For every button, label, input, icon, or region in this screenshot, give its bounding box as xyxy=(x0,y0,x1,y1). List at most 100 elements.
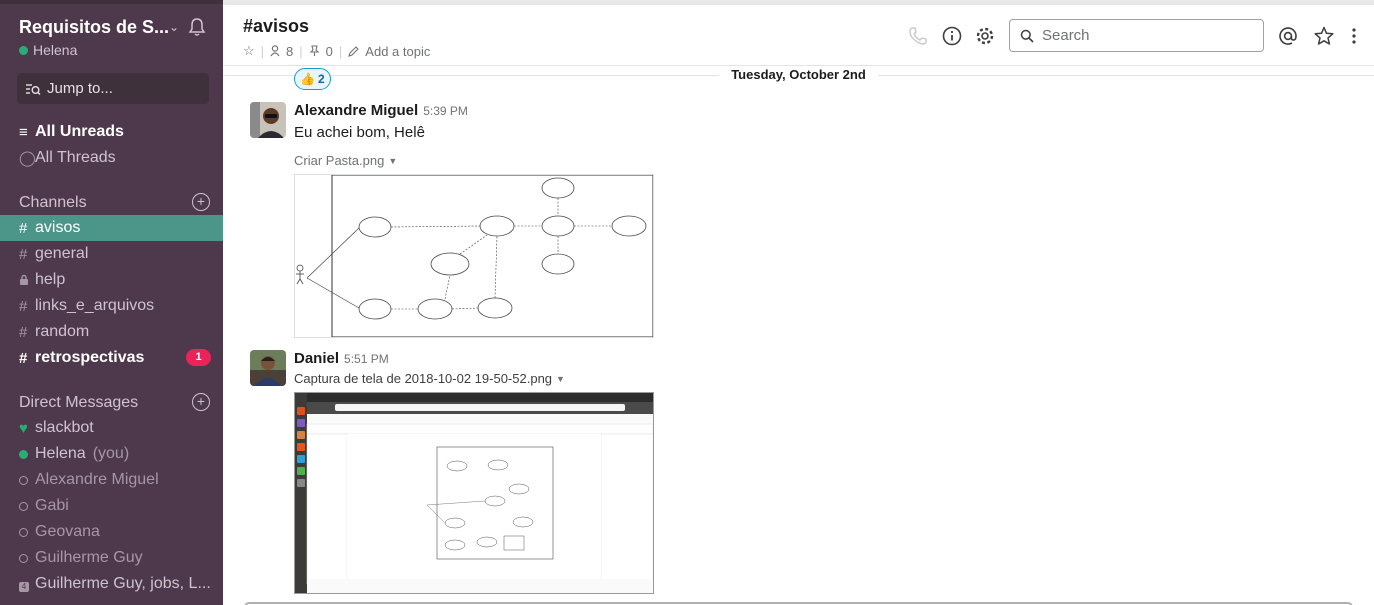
sidebar-item-random[interactable]: # random xyxy=(0,319,223,345)
mentions-icon[interactable] xyxy=(1277,25,1299,47)
chevron-down-icon[interactable]: ⌄ xyxy=(169,20,179,34)
file-name-label: Criar Pasta.png xyxy=(294,153,385,168)
channel-header: #avisos ☆ | 8 | 0 | Add a topic xyxy=(223,0,1374,66)
add-topic-link[interactable]: Add a topic xyxy=(365,44,430,59)
sidebar-item-guilherme-guy[interactable]: Guilherme Guy xyxy=(0,545,223,571)
group-dm-icon: 4 xyxy=(19,576,35,593)
channel-label: links_e_arquivos xyxy=(35,297,155,314)
sidebar-item-avisos[interactable]: # avisos xyxy=(0,215,223,241)
sidebar-item-all-unreads[interactable]: ≡ All Unreads xyxy=(0,119,223,145)
away-status-icon xyxy=(19,550,35,567)
day-divider: Tuesday, October 2nd xyxy=(223,67,1374,82)
all-unreads-label: All Unreads xyxy=(35,123,124,140)
message-time[interactable]: 5:51 PM xyxy=(344,352,389,366)
file-name-label: Captura de tela de 2018-10-02 19-50-52.p… xyxy=(294,371,553,386)
away-status-icon xyxy=(19,498,35,515)
away-status-icon xyxy=(19,524,35,541)
unread-badge: 1 xyxy=(186,349,211,366)
caret-down-icon[interactable]: ▼ xyxy=(388,156,397,166)
starred-items-icon[interactable] xyxy=(1313,25,1335,47)
file-title[interactable]: Captura de tela de 2018-10-02 19-50-52.p… xyxy=(294,371,565,386)
channel-meta: ☆ | 8 | 0 | Add a topic xyxy=(243,43,431,59)
sidebar: Requisitos de S... ⌄ Helena Jump to... ≡… xyxy=(0,0,223,605)
dm-label: Guilherme Guy xyxy=(35,549,143,566)
channel-label: general xyxy=(35,245,89,262)
jump-to-button[interactable]: Jump to... xyxy=(17,73,209,104)
workspace-name[interactable]: Requisitos de S... xyxy=(19,17,169,38)
members-icon[interactable] xyxy=(270,45,280,57)
phone-icon[interactable] xyxy=(907,25,929,47)
thumbs-up-icon: 👍 xyxy=(300,72,315,86)
you-suffix: (you) xyxy=(92,445,130,462)
image-attachment-screenshot[interactable] xyxy=(294,392,654,594)
more-options-icon[interactable] xyxy=(1343,25,1365,47)
channel-label: random xyxy=(35,323,90,340)
lock-icon xyxy=(19,272,35,289)
avatar[interactable] xyxy=(250,102,286,138)
away-status-icon xyxy=(19,472,35,489)
sidebar-item-general[interactable]: # general xyxy=(0,241,223,267)
reaction-thumbs-up[interactable]: 👍 2 xyxy=(294,68,331,90)
sidebar-item-help[interactable]: help xyxy=(0,267,223,293)
sidebar-item-links-e-arquivos[interactable]: # links_e_arquivos xyxy=(0,293,223,319)
hash-icon: # xyxy=(19,245,28,263)
jump-to-label: Jump to... xyxy=(47,80,113,97)
slack-window: Requisitos de S... ⌄ Helena Jump to... ≡… xyxy=(0,0,1374,605)
image-attachment-diagram[interactable] xyxy=(294,174,654,338)
message-author[interactable]: Daniel 5:51 PM xyxy=(294,350,389,367)
add-channel-icon[interactable]: + xyxy=(192,193,210,211)
channel-label: help xyxy=(35,271,66,288)
sidebar-item-all-threads[interactable]: ◯ All Threads xyxy=(0,145,223,171)
unreads-icon: ≡ xyxy=(19,123,28,141)
hash-icon: # xyxy=(19,297,28,315)
info-icon[interactable] xyxy=(941,25,963,47)
file-title[interactable]: Criar Pasta.png ▼ xyxy=(294,153,397,168)
sidebar-topline xyxy=(0,0,223,4)
caret-down-icon[interactable]: ▼ xyxy=(556,374,565,384)
avatar[interactable] xyxy=(250,350,286,386)
search-input[interactable] xyxy=(1042,27,1242,44)
dm-label: Alexandre Miguel xyxy=(35,471,159,488)
channel-title[interactable]: #avisos xyxy=(243,16,309,37)
sidebar-item-gabi[interactable]: Gabi xyxy=(0,493,223,519)
day-label: Tuesday, October 2nd xyxy=(719,67,878,82)
dm-label: Helena xyxy=(35,445,86,462)
dm-label: Guilherme Guy, jobs, L... xyxy=(35,575,211,592)
current-user[interactable]: Helena xyxy=(19,42,77,58)
jump-search-icon xyxy=(26,83,41,95)
pin-icon[interactable] xyxy=(309,45,320,57)
gear-icon[interactable] xyxy=(974,25,996,47)
channels-section-title[interactable]: Channels xyxy=(19,194,87,212)
hash-icon: # xyxy=(19,349,28,367)
search-icon xyxy=(1020,29,1034,43)
sidebar-item-helena[interactable]: Helena (you) xyxy=(0,441,223,467)
add-dm-icon[interactable]: + xyxy=(192,393,210,411)
bell-icon[interactable] xyxy=(186,16,208,38)
member-count[interactable]: 8 xyxy=(286,44,293,59)
channel-label: retrospectivas xyxy=(35,349,145,366)
author-name[interactable]: Daniel xyxy=(294,350,339,367)
dm-label: slackbot xyxy=(35,419,94,436)
search-field[interactable] xyxy=(1009,19,1264,52)
author-name[interactable]: Alexandre Miguel xyxy=(294,102,418,119)
all-threads-label: All Threads xyxy=(35,149,116,166)
current-user-name: Helena xyxy=(33,42,78,58)
reaction-count: 2 xyxy=(317,72,325,86)
dm-label: Gabi xyxy=(35,497,69,514)
message-text: Eu achei bom, Helê xyxy=(294,124,425,141)
message-time[interactable]: 5:39 PM xyxy=(423,104,468,118)
online-status-icon xyxy=(19,446,35,463)
sidebar-item-geovana[interactable]: Geovana xyxy=(0,519,223,545)
channel-label: avisos xyxy=(35,219,81,236)
sidebar-item-alexandre-miguel[interactable]: Alexandre Miguel xyxy=(0,467,223,493)
online-status-icon xyxy=(19,45,28,55)
message-pane: Tuesday, October 2nd 👍 2 Alexandre Migue… xyxy=(223,66,1374,605)
sidebar-item-slackbot[interactable]: ♥ slackbot xyxy=(0,415,223,441)
message-author[interactable]: Alexandre Miguel 5:39 PM xyxy=(294,102,468,119)
star-icon[interactable]: ☆ xyxy=(243,43,255,59)
direct-messages-section-title[interactable]: Direct Messages xyxy=(19,394,138,412)
pencil-icon xyxy=(348,45,360,57)
sidebar-item-group-dm[interactable]: 4 Guilherme Guy, jobs, L... xyxy=(0,571,223,597)
pin-count[interactable]: 0 xyxy=(326,44,333,59)
hash-icon: # xyxy=(19,323,28,341)
